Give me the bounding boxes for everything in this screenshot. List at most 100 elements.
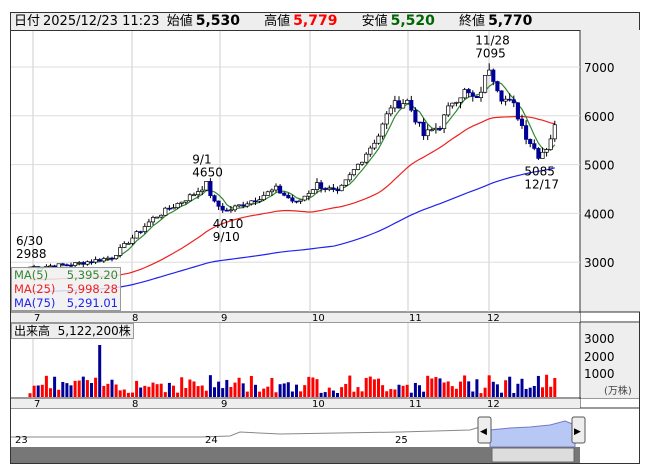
volume-bar [258,391,262,397]
navigator-line [11,426,481,438]
volume-bar [44,375,48,397]
candle [409,100,414,111]
annotation-date: 6/30 [16,234,43,248]
price-chart[interactable]: 700060005000400030007788991010111112126/… [0,0,653,470]
candle [183,200,188,203]
candle [478,91,484,98]
annotation-date: 9/10 [213,230,240,244]
volume-bar [483,387,487,397]
price-tick: 7000 [584,61,615,75]
volume-bar [200,385,204,397]
volume-bar [368,376,372,397]
candle [462,89,467,99]
candle [442,114,447,129]
candle [122,243,127,248]
volume-bar [327,387,331,397]
candle [150,217,156,223]
volume-bar [73,380,77,397]
month-tick: 7 [34,399,40,410]
volume-bar [57,389,61,397]
volume-bar [434,376,438,397]
navigator-selection [489,420,576,448]
volume-bar [241,383,245,397]
volume-bar [356,387,360,397]
scrollbar-thumb[interactable] [491,447,575,463]
candle [212,195,217,202]
candle [81,262,86,265]
volume-bar [495,384,499,397]
candle [126,243,131,245]
candle [249,200,254,205]
candle [159,214,164,218]
price-tick: 6000 [584,110,615,124]
candle [298,199,303,202]
ma5-line [29,81,556,268]
candle [339,184,344,192]
volume-bar [323,392,327,397]
price-tick: 3000 [584,256,615,270]
candle [331,187,336,190]
volume-bar [377,378,380,397]
volume-bar [475,379,479,397]
volume-bar [249,375,253,397]
volume-bar [94,377,98,397]
candle [220,205,225,211]
volume-bar [151,382,155,397]
candle [204,181,209,191]
volume-bar [397,384,401,397]
volume-bar [454,388,458,397]
volume-bar [36,385,40,397]
candle [355,163,361,170]
candle [376,135,381,144]
candle [208,181,213,196]
volume-bar [348,375,352,397]
volume-bar [81,376,85,397]
candle [458,97,463,103]
candle [519,118,525,126]
volume-bar [344,383,348,397]
volume-bar [315,379,319,397]
volume-bar [471,391,475,397]
volume-bar [536,375,540,397]
candle [425,129,430,137]
volume-bar [32,385,36,397]
candle [105,257,110,260]
volume-bar [90,383,93,397]
candle [466,89,471,94]
candle [483,74,488,93]
candle [323,188,328,190]
volume-bar [135,380,139,397]
volume-bar [180,377,184,397]
volume-bar [217,381,221,397]
candle [524,125,529,140]
volume-bar [553,377,557,397]
candle [77,262,82,264]
candle [109,257,115,260]
volume-bar [528,387,532,397]
candle [265,191,270,196]
candle [372,142,377,149]
candle [175,203,180,208]
candle [101,258,106,262]
volume-bar [319,392,323,397]
candle [302,195,307,201]
volume-bar [192,381,196,397]
candle [261,195,266,201]
volume-bar [336,392,339,397]
volume-bar [61,381,65,397]
candle [544,149,549,153]
volume-bar [331,390,335,397]
candle [290,197,295,202]
volume-bar [352,391,356,397]
volume-bar [155,384,159,397]
volume-bar [110,379,114,397]
annotation-price: 4010 [213,217,244,231]
candle [401,103,406,109]
candle [245,203,250,207]
annotation-price: 4650 [192,166,223,180]
candle [286,194,291,199]
candle [368,147,373,155]
month-tick: 8 [132,399,138,410]
volume-bar [282,383,286,397]
volume-bar [426,375,430,397]
